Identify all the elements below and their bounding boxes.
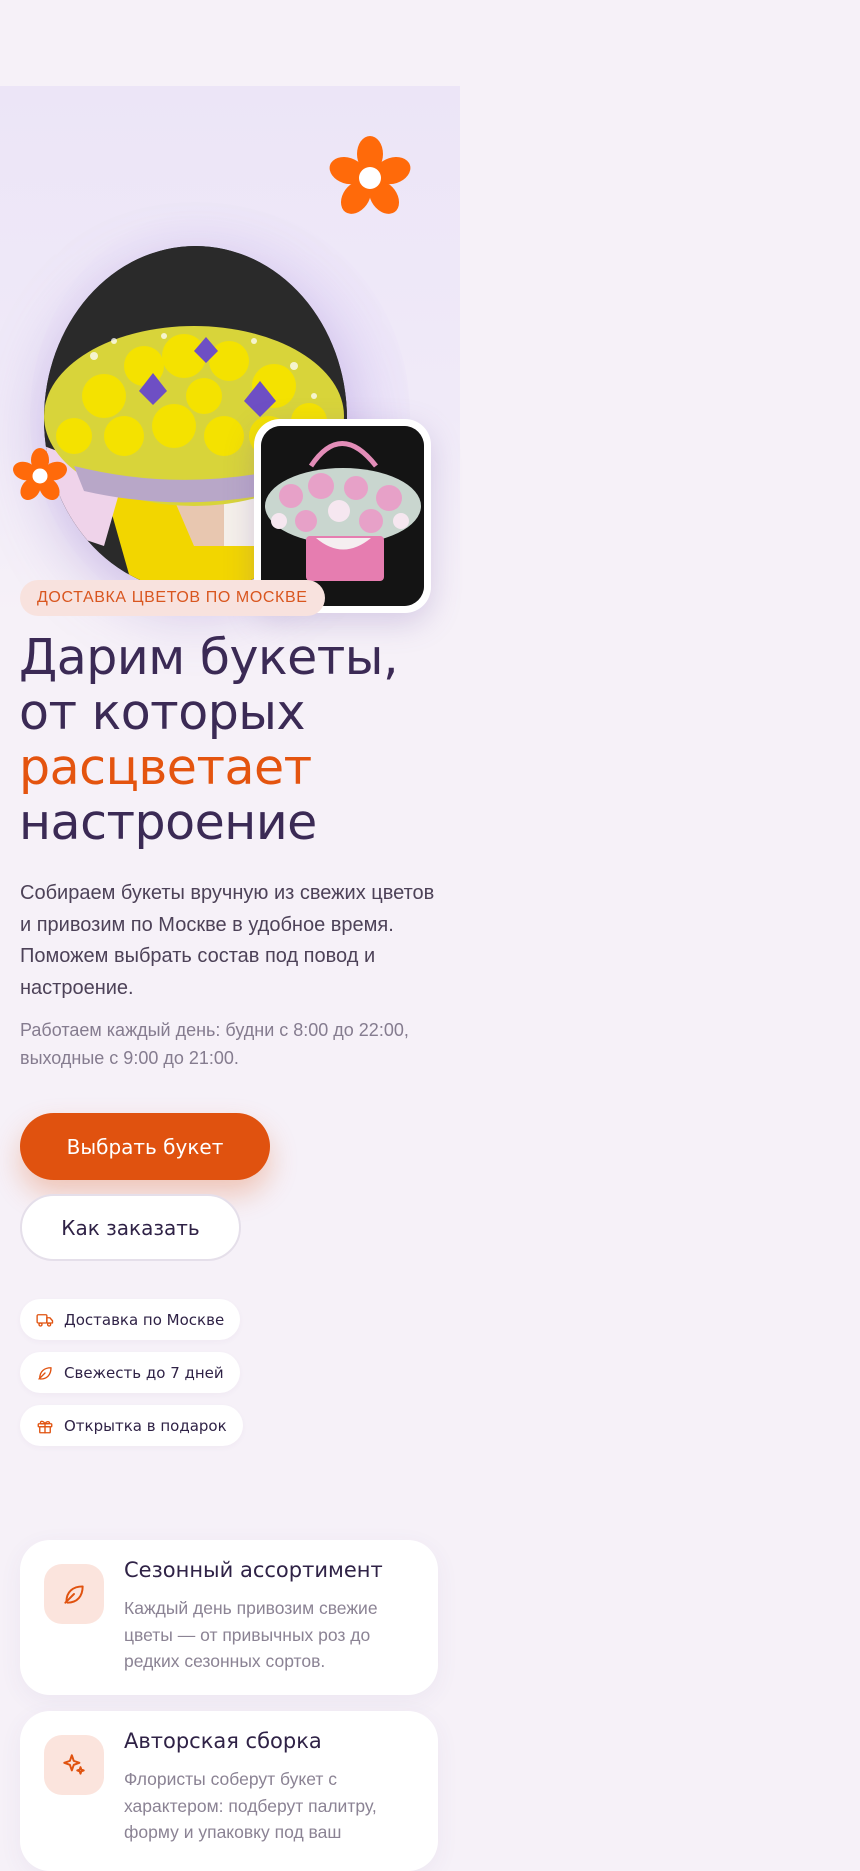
feature-text: Флористы соберут букет с характером: под… bbox=[124, 1769, 377, 1842]
gift-icon bbox=[37, 1420, 53, 1433]
hero-title-accent: расцветает bbox=[19, 739, 312, 796]
working-hours: Работаем каждый день: будни с 8:00 до 22… bbox=[20, 1020, 409, 1068]
feature-title: Сезонный ассортимент bbox=[124, 1558, 383, 1582]
chip-label: Свежесть до 7 дней bbox=[64, 1363, 224, 1382]
hero-title-line-1: Дарим букеты, bbox=[19, 629, 399, 686]
feature-card-author: Авторская сборка Флористы соберут букет … bbox=[20, 1711, 438, 1871]
truck-icon bbox=[36, 1313, 54, 1327]
hero-description: Собираем букеты вручную из свежих цветов… bbox=[20, 882, 435, 999]
hero-title-line-4: настроение bbox=[19, 794, 317, 851]
feature-title: Авторская сборка bbox=[124, 1729, 322, 1753]
hero-title-line-2: от которых bbox=[19, 684, 306, 741]
chip-gift-card: Открытка в подарок bbox=[20, 1405, 243, 1446]
feature-icon-box bbox=[44, 1564, 104, 1624]
chip-delivery: Доставка по Москве bbox=[20, 1299, 241, 1340]
chip-freshness: Свежесть до 7 дней bbox=[20, 1352, 240, 1393]
sparkle-icon bbox=[63, 1754, 85, 1775]
chip-label: Открытка в подарок bbox=[64, 1416, 227, 1435]
flower-decoration-icon bbox=[329, 136, 411, 214]
choose-bouquet-button[interactable]: Выбрать букет bbox=[20, 1113, 270, 1180]
hero-visual bbox=[0, 86, 460, 626]
benefit-chips: Доставка по Москве Свежесть до 7 дней От… bbox=[20, 1299, 243, 1458]
feature-icon-box bbox=[44, 1735, 104, 1795]
delivery-badge: ДОСТАВКА ЦВЕТОВ ПО МОСКВЕ bbox=[20, 580, 325, 616]
hero-title: Дарим букеты, от которых расцветает наст… bbox=[19, 629, 399, 851]
how-to-order-button[interactable]: Как заказать bbox=[20, 1194, 241, 1261]
chip-label: Доставка по Москве bbox=[64, 1310, 225, 1329]
leaf-icon bbox=[38, 1366, 52, 1380]
feature-card-seasonal: Сезонный ассортимент Каждый день привози… bbox=[20, 1540, 438, 1695]
flower-decoration-small-icon bbox=[13, 448, 67, 501]
feature-text: Каждый день привозим свежие цветы — от п… bbox=[124, 1598, 378, 1671]
leaf-icon bbox=[64, 1585, 84, 1604]
